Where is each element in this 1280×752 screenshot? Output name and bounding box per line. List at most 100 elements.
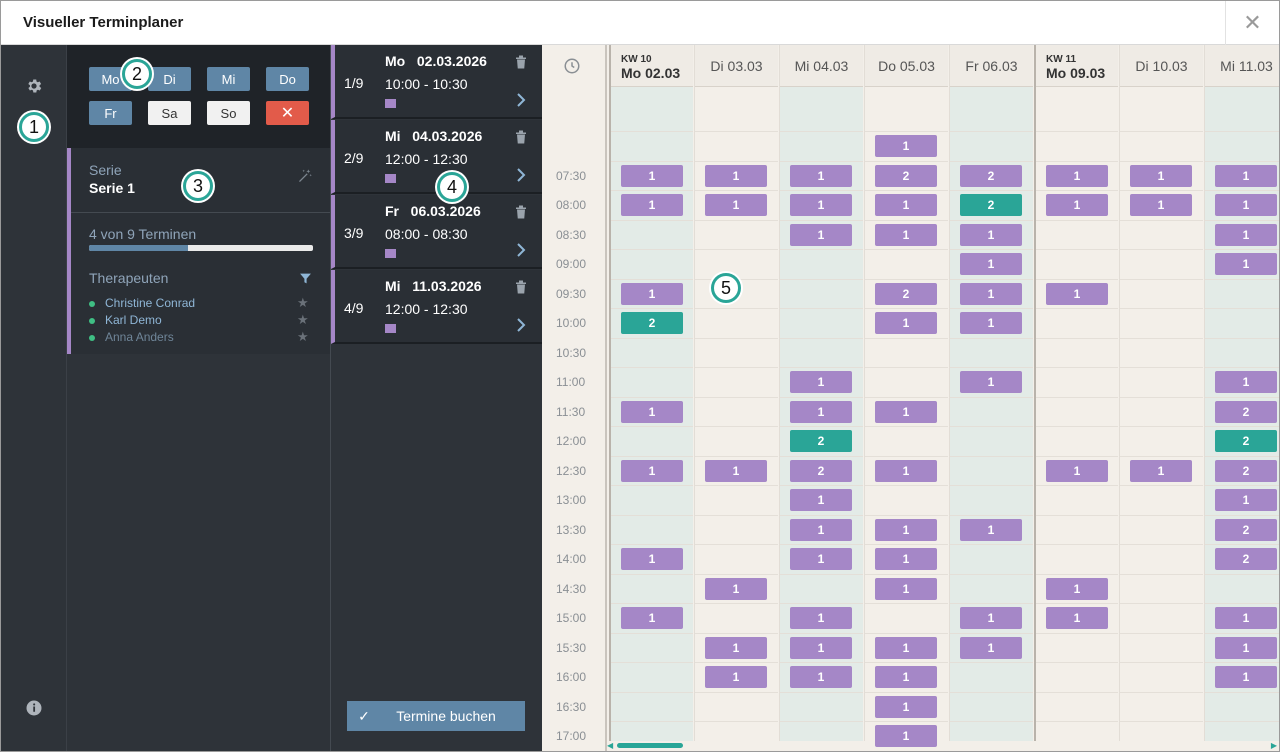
available-slot[interactable]: 1 [790,489,852,511]
trash-icon[interactable] [515,205,527,224]
available-slot[interactable]: 1 [875,666,937,688]
available-slot[interactable]: 1 [875,312,937,334]
available-slot[interactable]: 1 [1046,282,1108,305]
available-slot[interactable]: 1 [705,666,767,688]
available-slot[interactable]: 1 [621,400,683,423]
chevron-right-icon[interactable] [516,168,526,187]
available-slot[interactable]: 1 [1046,164,1108,187]
close-button[interactable]: ✕ [1225,1,1279,45]
scroll-right-icon[interactable]: ▶ [1271,741,1277,750]
available-slot[interactable]: 1 [875,577,937,600]
available-slot[interactable]: 1 [790,223,852,246]
available-slot[interactable]: 2 [875,164,937,187]
selected-slot[interactable]: 2 [790,430,852,452]
day-header[interactable]: Mi 04.03 [780,45,863,87]
available-slot[interactable]: 1 [960,607,1022,629]
filter-icon[interactable] [299,272,312,290]
available-slot[interactable]: 1 [790,607,852,629]
available-slot[interactable]: 1 [1046,607,1108,629]
available-slot[interactable]: 1 [621,194,683,216]
available-slot[interactable]: 1 [705,194,767,216]
available-slot[interactable]: 1 [875,725,937,747]
available-slot[interactable]: 1 [875,548,937,570]
available-slot[interactable]: 1 [1215,253,1277,275]
chevron-right-icon[interactable] [516,243,526,262]
available-slot[interactable]: 1 [705,577,767,600]
available-slot[interactable]: 1 [1130,459,1192,482]
chevron-right-icon[interactable] [516,318,526,337]
available-slot[interactable]: 1 [790,194,852,216]
day-header[interactable]: Mi 11.03 [1205,45,1279,87]
selected-slot[interactable]: 2 [960,194,1022,216]
scroll-left-icon[interactable]: ◀ [607,741,613,750]
therapist-item[interactable]: Karl Demo [89,313,162,327]
available-slot[interactable]: 1 [1215,636,1277,659]
available-slot[interactable]: 1 [1046,577,1108,600]
available-slot[interactable]: 1 [875,223,937,246]
available-slot[interactable]: 1 [875,636,937,659]
available-slot[interactable]: 1 [960,223,1022,246]
available-slot[interactable]: 1 [875,459,937,482]
available-slot[interactable]: 1 [705,164,767,187]
available-slot[interactable]: 1 [1215,607,1277,629]
day-header[interactable]: Fr 06.03 [950,45,1033,87]
available-slot[interactable]: 1 [960,518,1022,541]
day-header[interactable]: KW 10 Mo 02.03 [611,45,693,87]
available-slot[interactable]: 1 [705,459,767,482]
available-slot[interactable]: 1 [875,518,937,541]
available-slot[interactable]: 2 [1215,548,1277,570]
available-slot[interactable]: 1 [875,400,937,423]
day-header[interactable]: Di 03.03 [695,45,778,87]
available-slot[interactable]: 1 [790,518,852,541]
available-slot[interactable]: 1 [960,253,1022,275]
trash-icon[interactable] [515,130,527,149]
day-header[interactable]: Di 10.03 [1120,45,1203,87]
weekday-mi-button[interactable]: Mi [207,67,250,91]
star-icon[interactable]: ★ [297,312,309,328]
day-header[interactable]: Do 05.03 [865,45,948,87]
available-slot[interactable]: 1 [790,548,852,570]
scrollbar-thumb[interactable] [617,743,683,748]
trash-icon[interactable] [515,55,527,74]
available-slot[interactable]: 1 [790,164,852,187]
available-slot[interactable]: 1 [960,312,1022,334]
available-slot[interactable]: 1 [621,459,683,482]
selected-slot[interactable]: 2 [1215,430,1277,452]
appointment-item[interactable]: 1/9 Mo 02.03.2026 10:00 - 10:30 [331,45,542,119]
weekday-do-button[interactable]: Do [266,67,309,91]
available-slot[interactable]: 1 [1215,666,1277,688]
selected-slot[interactable]: 2 [621,312,683,334]
appointment-item[interactable]: 3/9 Fr 06.03.2026 08:00 - 08:30 [331,195,542,269]
available-slot[interactable]: 1 [790,636,852,659]
available-slot[interactable]: 1 [621,548,683,570]
star-icon[interactable]: ★ [297,295,309,311]
therapist-item[interactable]: Anna Anders [89,330,174,344]
clear-weekdays-button[interactable]: ✕ [266,101,309,125]
available-slot[interactable]: 1 [1046,194,1108,216]
star-icon[interactable]: ★ [297,329,309,345]
available-slot[interactable]: 1 [960,371,1022,393]
chevron-right-icon[interactable] [516,93,526,112]
available-slot[interactable]: 1 [621,282,683,305]
available-slot[interactable]: 1 [875,135,937,157]
available-slot[interactable]: 1 [1046,459,1108,482]
available-slot[interactable]: 2 [1215,518,1277,541]
available-slot[interactable]: 1 [1130,164,1192,187]
available-slot[interactable]: 1 [1215,223,1277,246]
available-slot[interactable]: 1 [1215,194,1277,216]
weekday-so-button[interactable]: So [207,101,250,125]
available-slot[interactable]: 1 [790,400,852,423]
day-header[interactable]: KW 11 Mo 09.03 [1036,45,1118,87]
therapist-item[interactable]: Christine Conrad [89,296,195,310]
magic-wand-icon[interactable] [297,168,313,188]
weekday-di-button[interactable]: Di [148,67,191,91]
available-slot[interactable]: 1 [621,164,683,187]
available-slot[interactable]: 1 [790,371,852,393]
available-slot[interactable]: 1 [875,194,937,216]
info-icon[interactable] [23,697,45,719]
gear-icon[interactable] [23,75,45,97]
available-slot[interactable]: 2 [790,459,852,482]
available-slot[interactable]: 2 [875,282,937,305]
available-slot[interactable]: 1 [875,695,937,718]
available-slot[interactable]: 1 [621,607,683,629]
